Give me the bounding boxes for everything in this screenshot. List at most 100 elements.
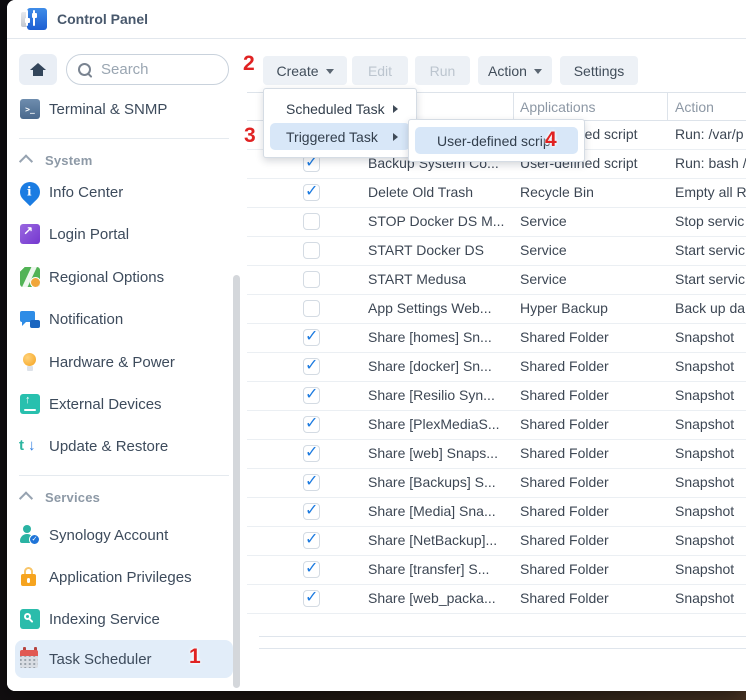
- annotation-1: 1: [189, 645, 201, 669]
- enabled-checkbox[interactable]: [303, 329, 320, 346]
- sidebar-item-synology-account[interactable]: ✓ Synology Account: [15, 517, 233, 553]
- sidebar-item-application-privileges[interactable]: Application Privileges: [15, 559, 233, 595]
- enabled-checkbox[interactable]: [303, 561, 320, 578]
- sidebar-item-update-restore[interactable]: t↓ Update & Restore: [15, 428, 233, 464]
- update-restore-icon: t↓: [20, 436, 40, 456]
- action-button[interactable]: Action: [478, 56, 552, 85]
- task-action: Snapshot: [675, 387, 746, 403]
- search-box[interactable]: [66, 54, 229, 85]
- table-row[interactable]: Share [web] Snaps...Shared FolderSnapsho…: [247, 440, 746, 469]
- sidebar-item-hardware-power[interactable]: Hardware & Power: [15, 344, 233, 380]
- statusbar-divider: [259, 648, 746, 649]
- search-icon: [78, 63, 91, 76]
- indexing-service-icon: [20, 609, 40, 629]
- task-application: Hyper Backup: [520, 300, 660, 316]
- search-input[interactable]: [99, 60, 213, 79]
- task-action: Snapshot: [675, 358, 746, 374]
- task-action: Start servic: [675, 271, 746, 287]
- task-action: Back up da: [675, 300, 746, 316]
- task-action: Snapshot: [675, 561, 746, 577]
- login-portal-icon: [20, 224, 40, 244]
- task-application: Recycle Bin: [520, 184, 660, 200]
- task-name: Share [docker] Sn...: [368, 358, 511, 374]
- annotation-2: 2: [243, 52, 255, 76]
- table-row[interactable]: Share [NetBackup]...Shared FolderSnapsho…: [247, 527, 746, 556]
- table-row[interactable]: Share [Backups] S...Shared FolderSnapsho…: [247, 469, 746, 498]
- annotation-3: 3: [244, 124, 256, 148]
- enabled-checkbox[interactable]: [303, 532, 320, 549]
- create-dropdown-menu: Scheduled Task Triggered Task: [263, 88, 417, 158]
- task-name: Share [web] Snaps...: [368, 445, 511, 461]
- menu-item-triggered-task[interactable]: Triggered Task: [270, 123, 410, 150]
- sidebar-item-indexing-service[interactable]: Indexing Service: [15, 601, 233, 637]
- table-row[interactable]: Share [PlexMediaS...Shared FolderSnapsho…: [247, 411, 746, 440]
- task-name: Share [transfer] S...: [368, 561, 511, 577]
- task-application: Shared Folder: [520, 532, 660, 548]
- sidebar-divider: [19, 138, 229, 139]
- sidebar-group-system[interactable]: System: [21, 148, 92, 172]
- terminal-icon: >_: [20, 99, 40, 119]
- task-application: Shared Folder: [520, 445, 660, 461]
- triggered-task-submenu: User-defined script: [408, 119, 585, 162]
- enabled-checkbox[interactable]: [303, 242, 320, 259]
- task-name: App Settings Web...: [368, 300, 511, 316]
- sidebar-item-info-center[interactable]: i Info Center: [15, 174, 233, 210]
- sidebar-item-notification[interactable]: Notification: [15, 301, 233, 337]
- create-button[interactable]: Create: [263, 56, 347, 85]
- column-header-action[interactable]: Action: [675, 99, 714, 115]
- settings-button[interactable]: Settings: [560, 56, 638, 85]
- control-panel-icon: [21, 7, 47, 31]
- table-bottom-divider: [259, 636, 746, 637]
- table-row[interactable]: Share [web_packa...Shared FolderSnapshot: [247, 585, 746, 614]
- menu-item-scheduled-task[interactable]: Scheduled Task: [270, 95, 410, 122]
- column-header-applications[interactable]: Applications: [520, 99, 596, 115]
- table-row[interactable]: App Settings Web... Hyper Backup Back up d…: [247, 295, 746, 324]
- enabled-checkbox[interactable]: [303, 271, 320, 288]
- sidebar-item-terminal-snmp[interactable]: >_ Terminal & SNMP: [15, 91, 233, 127]
- sidebar-item-external-devices[interactable]: External Devices: [15, 386, 233, 422]
- enabled-checkbox[interactable]: [303, 300, 320, 317]
- task-name: Share [Backups] S...: [368, 474, 511, 490]
- table-row[interactable]: START Docker DSServiceStart servic: [247, 237, 746, 266]
- table-row[interactable]: Delete Old TrashRecycle BinEmpty all R: [247, 179, 746, 208]
- task-action: Snapshot: [675, 532, 746, 548]
- window-title: Control Panel: [57, 11, 148, 27]
- enabled-checkbox[interactable]: [303, 474, 320, 491]
- table-row[interactable]: Share [Resilio Syn...Shared FolderSnapsh…: [247, 382, 746, 411]
- external-devices-icon: [20, 394, 40, 414]
- table-row[interactable]: STOP Docker DS M...ServiceStop servic: [247, 208, 746, 237]
- run-button[interactable]: Run: [415, 56, 470, 85]
- table-row[interactable]: Share [transfer] S... Shared Folder Snapsh…: [247, 556, 746, 585]
- task-application: Shared Folder: [520, 561, 660, 577]
- submenu-arrow-icon: [393, 105, 398, 113]
- sidebar-group-services[interactable]: Services: [21, 485, 100, 509]
- annotation-4: 4: [545, 128, 557, 152]
- enabled-checkbox[interactable]: [303, 184, 320, 201]
- collapse-chevron-icon: [19, 154, 33, 168]
- edit-button[interactable]: Edit: [352, 56, 408, 85]
- sidebar-item-regional-options[interactable]: Regional Options: [15, 259, 233, 295]
- enabled-checkbox[interactable]: [303, 416, 320, 433]
- enabled-checkbox[interactable]: [303, 445, 320, 462]
- sidebar: >_ Terminal & SNMP System i Info Center …: [7, 39, 248, 691]
- table-row[interactable]: Share [docker] Sn...Shared FolderSnapsho…: [247, 353, 746, 382]
- sidebar-scrollbar[interactable]: [233, 275, 240, 688]
- sidebar-item-login-portal[interactable]: Login Portal: [15, 216, 233, 252]
- enabled-checkbox[interactable]: [303, 387, 320, 404]
- task-name: STOP Docker DS M...: [368, 213, 511, 229]
- table-row[interactable]: Share [homes] Sn...Shared FolderSnapshot: [247, 324, 746, 353]
- hardware-power-icon: [20, 352, 40, 372]
- task-name: Share [web_packa...: [368, 590, 511, 606]
- enabled-checkbox[interactable]: [303, 503, 320, 520]
- control-panel-window: Control Panel >_ Terminal & SNMP System …: [7, 0, 746, 691]
- column-divider: [513, 92, 514, 121]
- table-row[interactable]: START MedusaServiceStart servic: [247, 266, 746, 295]
- task-name: START Medusa: [368, 271, 511, 287]
- task-action: Run: bash /: [675, 155, 746, 171]
- table-row[interactable]: Share [Media] Sna...Shared FolderSnapsho…: [247, 498, 746, 527]
- home-button[interactable]: [19, 54, 57, 85]
- enabled-checkbox[interactable]: [303, 590, 320, 607]
- task-application: Shared Folder: [520, 387, 660, 403]
- enabled-checkbox[interactable]: [303, 213, 320, 230]
- enabled-checkbox[interactable]: [303, 358, 320, 375]
